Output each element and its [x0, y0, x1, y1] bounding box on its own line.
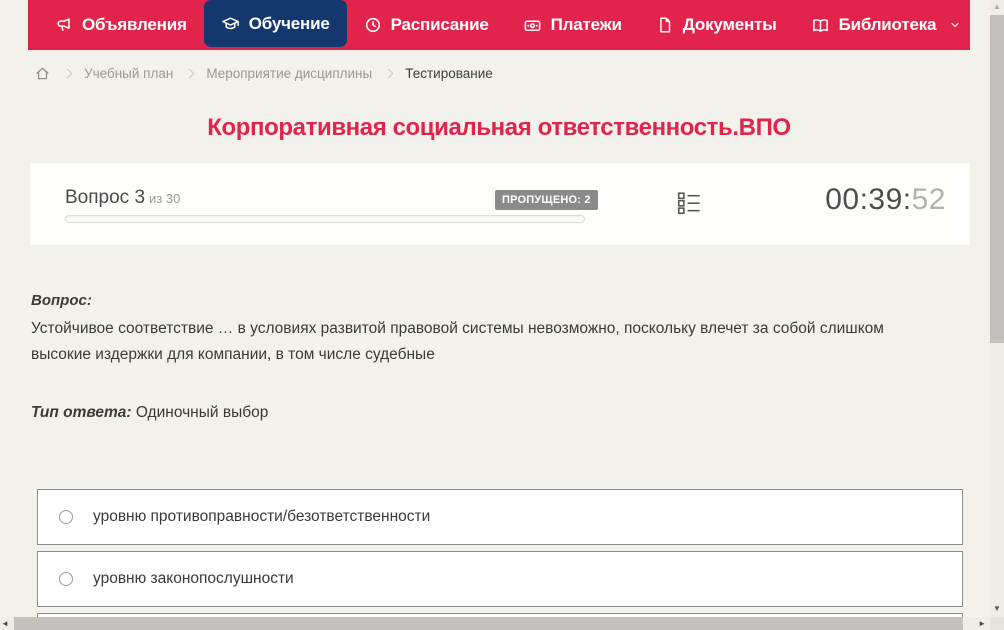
question-list-button[interactable] — [675, 189, 703, 222]
graduation-cap-icon — [221, 14, 240, 33]
breadcrumb-separator-icon — [62, 68, 73, 78]
test-page: Объявления Обучение Расписание Платежи Д… — [0, 0, 1004, 630]
skipped-badge: ПРОПУЩЕНО: 2 — [495, 190, 598, 210]
nav-tab-education[interactable]: Обучение — [203, 0, 347, 47]
answer-type-value: Одиночный выбор — [135, 404, 269, 421]
nav-tab-schedule[interactable]: Расписание — [347, 0, 506, 50]
answer-type-line: Тип ответа: Одиночный выбор — [31, 404, 268, 422]
page-title: Корпоративная социальная ответственность… — [207, 114, 791, 141]
vertical-scrollbar[interactable]: ▲ ▼ — [990, 0, 1004, 617]
option-label: уровню противоправности/безответственнос… — [93, 508, 431, 525]
scrollbar-corner — [990, 617, 1004, 630]
breadcrumb-separator-icon — [184, 68, 195, 78]
horizontal-scrollbar-thumb[interactable] — [14, 617, 963, 630]
answer-type-label: Тип ответа: — [31, 404, 132, 421]
nav-tab-label: Документы — [682, 15, 777, 34]
megaphone-icon — [55, 16, 73, 34]
book-icon — [811, 16, 830, 35]
nav-tab-label: Расписание — [390, 15, 489, 34]
nav-tab-documents[interactable]: Документы — [639, 0, 794, 50]
breadcrumb-current-testing: Тестирование — [405, 65, 493, 81]
top-navigation: Объявления Обучение Расписание Платежи Д… — [28, 0, 970, 50]
nav-tab-label: Библиотека — [838, 15, 937, 34]
question-text: Устойчивое соответствие … в условиях раз… — [31, 320, 884, 363]
timer: 00:39:52 — [825, 183, 946, 217]
answer-options: уровню противоправности/безответственнос… — [37, 489, 963, 630]
nav-tab-announcements[interactable]: Объявления — [38, 0, 204, 50]
vertical-scrollbar-thumb[interactable] — [990, 15, 1004, 343]
question-number-label: Вопрос 3 — [65, 187, 146, 208]
scroll-right-arrow-icon[interactable]: ► — [978, 617, 986, 630]
chevron-down-icon — [949, 19, 961, 31]
timer-main: 00:39: — [825, 183, 912, 216]
breadcrumb-link-discipline-event[interactable]: Мероприятие дисциплины — [206, 66, 372, 81]
radio-button-icon[interactable] — [59, 510, 73, 524]
breadcrumb-link-curriculum[interactable]: Учебный план — [84, 66, 173, 81]
question-label: Вопрос: — [31, 292, 92, 309]
question-number: Вопрос 3 из 30 — [65, 187, 180, 209]
question-total-label: из 30 — [149, 191, 181, 206]
nav-tab-payments[interactable]: Платежи — [506, 0, 639, 50]
option-row[interactable]: уровню законопослушности — [37, 551, 963, 607]
radio-button-icon[interactable] — [59, 572, 73, 586]
scroll-up-arrow-icon[interactable]: ▲ — [990, 1, 1004, 13]
payment-card-icon — [523, 16, 542, 35]
scroll-down-arrow-icon[interactable]: ▼ — [990, 603, 1004, 615]
breadcrumb-separator-icon — [383, 68, 394, 78]
nav-tab-label: Обучение — [248, 13, 330, 33]
timer-seconds: 52 — [911, 183, 946, 216]
horizontal-scrollbar[interactable]: ◄ ► — [0, 617, 990, 630]
question-header-card: Вопрос 3 из 30 ПРОПУЩЕНО: 2 00:39:52 — [30, 163, 970, 245]
nav-tab-library[interactable]: Библиотека — [794, 0, 979, 50]
question-list-icon — [675, 192, 703, 221]
scroll-left-arrow-icon[interactable]: ◄ — [1, 617, 9, 630]
option-row[interactable]: уровню противоправности/безответственнос… — [37, 489, 963, 545]
clock-icon — [364, 16, 382, 34]
progress-bar — [65, 215, 585, 223]
home-icon[interactable] — [34, 65, 51, 82]
nav-tab-label: Объявления — [82, 15, 187, 34]
nav-tab-label: Платежи — [550, 15, 622, 34]
option-label: уровню законопослушности — [93, 570, 294, 587]
breadcrumb: Учебный план Мероприятие дисциплины Тест… — [34, 61, 493, 85]
document-icon — [656, 16, 674, 34]
